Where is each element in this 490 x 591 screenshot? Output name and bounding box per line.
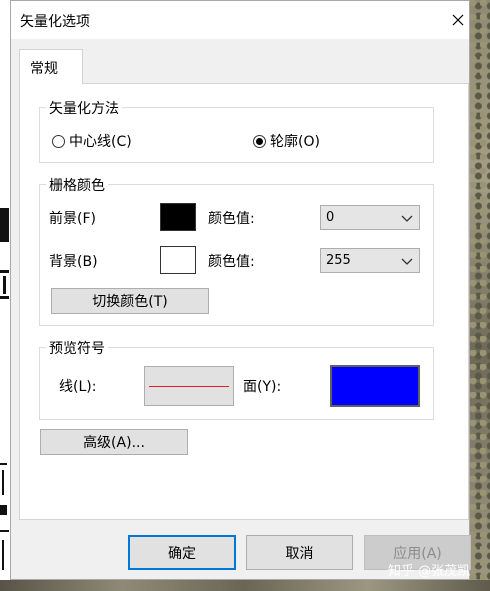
ok-button[interactable]: 确定 (128, 535, 236, 570)
chevron-down-icon (401, 215, 413, 222)
background-color-swatch[interactable] (160, 246, 196, 274)
title-bar: 矢量化选项 (11, 1, 469, 39)
background-strip-bottom (0, 580, 490, 591)
background-value-label: 颜色值: (208, 254, 255, 270)
background-value: 255 (326, 253, 351, 268)
vectorization-method-title: 矢量化方法 (46, 98, 122, 118)
radio-outline[interactable]: 轮廓(O) (253, 131, 320, 151)
foreground-value-select[interactable]: 0 (320, 205, 420, 230)
tab-panel-general: 矢量化方法 中心线(C) 轮廓(O) 栅格颜色 前景(F) 颜色值: 0 背景(… (19, 83, 469, 520)
fill-symbol-label: 面(Y): (243, 379, 282, 395)
watermark-text: 知乎 @张茂凯 (388, 564, 471, 579)
vectorization-options-dialog: 矢量化选项 常规 矢量化方法 中心线(C) 轮廓(O) 栅格颜色 前景(F) 颜… (10, 0, 471, 580)
radio-centerline-indicator (52, 134, 65, 148)
foreground-color-swatch[interactable] (160, 203, 196, 231)
cancel-button[interactable]: 取消 (246, 535, 353, 570)
line-symbol-label: 线(L): (59, 379, 97, 395)
tab-general-label: 常规 (30, 61, 58, 77)
background-strip-right (470, 0, 490, 591)
raster-color-title: 栅格颜色 (46, 175, 108, 195)
dialog-title: 矢量化选项 (20, 14, 90, 30)
vectorization-method-group: 矢量化方法 中心线(C) 轮廓(O) (39, 98, 434, 163)
foreground-value: 0 (326, 210, 335, 225)
radio-centerline[interactable]: 中心线(C) (52, 131, 132, 151)
radio-outline-indicator (253, 134, 266, 148)
line-symbol-preview[interactable] (144, 366, 234, 406)
raster-color-group: 栅格颜色 前景(F) 颜色值: 0 背景(B) 颜色值: 255 切换颜色(T) (39, 175, 434, 326)
foreground-label: 前景(F) (49, 211, 96, 227)
swap-colors-button[interactable]: 切换颜色(T) (51, 288, 209, 314)
close-button[interactable] (447, 9, 469, 31)
advanced-button[interactable]: 高级(A)... (40, 429, 188, 455)
close-icon (452, 14, 464, 26)
line-symbol-stroke (149, 386, 229, 387)
foreground-value-label: 颜色值: (208, 211, 255, 227)
radio-outline-label: 轮廓(O) (270, 134, 320, 150)
tab-general[interactable]: 常规 (19, 49, 83, 84)
chevron-down-icon (401, 258, 413, 265)
radio-centerline-label: 中心线(C) (69, 134, 132, 150)
background-value-select[interactable]: 255 (320, 248, 420, 273)
background-label: 背景(B) (49, 254, 98, 270)
preview-symbol-group: 预览符号 线(L): 面(Y): (39, 338, 434, 420)
fill-symbol-preview[interactable] (330, 365, 420, 407)
preview-symbol-title: 预览符号 (46, 338, 108, 358)
